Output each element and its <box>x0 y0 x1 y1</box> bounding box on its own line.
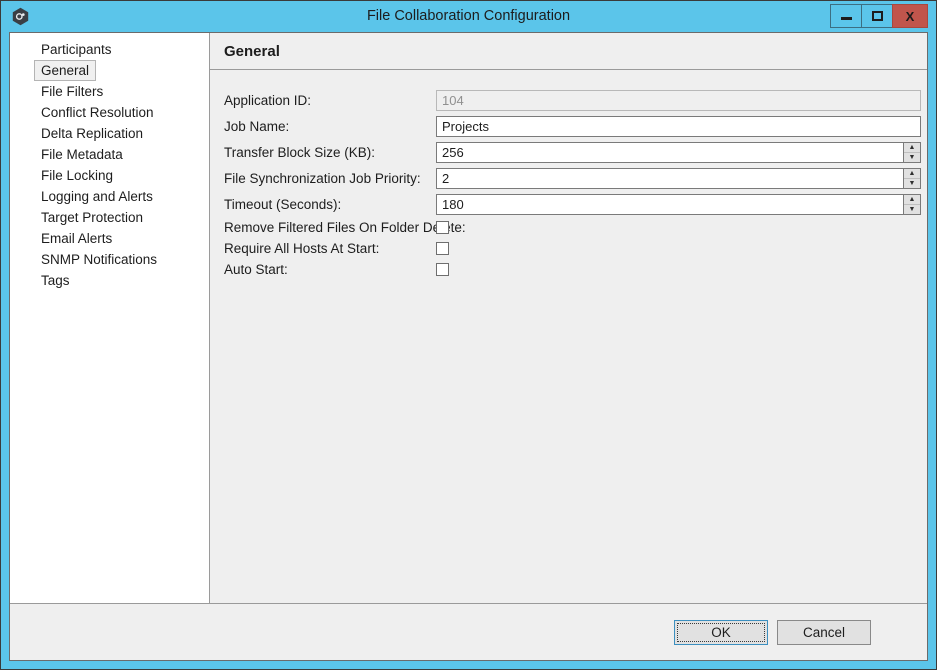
maximize-icon <box>871 11 883 21</box>
checkbox-label: Remove Filtered Files On Folder Delete: <box>224 220 466 235</box>
spinner-up-icon[interactable]: ▲ <box>904 168 920 179</box>
sidebar-item-target-protection[interactable]: Target Protection <box>34 207 150 228</box>
form-row: File Synchronization Job Priority: ▲▼ <box>210 165 927 191</box>
checkbox-list: Remove Filtered Files On Folder Delete: R… <box>210 217 927 280</box>
checkbox-row: Auto Start: <box>210 259 927 280</box>
sidebar-item-file-metadata[interactable]: File Metadata <box>34 144 130 165</box>
spinner-down-icon[interactable]: ▼ <box>904 204 920 214</box>
sidebar-item-file-locking[interactable]: File Locking <box>34 165 120 186</box>
sidebar-item-participants[interactable]: Participants <box>34 39 119 60</box>
cancel-button[interactable]: Cancel <box>777 619 871 645</box>
field-label: Transfer Block Size (KB): <box>224 144 376 160</box>
field-control: ▲▼ <box>436 193 921 215</box>
title-bar: File Collaboration Configuration X <box>1 1 936 32</box>
content-area: Participants General File Filters Conflict … <box>10 33 927 604</box>
field-control <box>436 89 921 111</box>
remove-filtered-files-on-folder-delete-checkbox[interactable] <box>436 221 449 234</box>
sidebar-item-email-alerts[interactable]: Email Alerts <box>34 228 119 249</box>
ok-button[interactable]: OK <box>674 619 768 645</box>
field-label: Timeout (Seconds): <box>224 196 342 212</box>
sidebar-nav: Participants General File Filters Conflict … <box>10 33 210 603</box>
general-settings-form: Application ID: Job Name: Transfer Block S… <box>210 70 927 280</box>
sidebar-item-general[interactable]: General <box>34 60 97 81</box>
window-title: File Collaboration Configuration <box>366 8 571 24</box>
timeout-seconds-input[interactable] <box>436 193 904 215</box>
field-control <box>436 115 921 137</box>
form-row: Transfer Block Size (KB): ▲▼ <box>210 139 927 165</box>
focus-ring <box>677 622 765 642</box>
checkbox-row: Require All Hosts At Start: <box>210 238 927 259</box>
main-panel: General Application ID: Job Name: Transfer… <box>210 33 927 603</box>
auto-start-checkbox[interactable] <box>436 263 449 276</box>
sidebar-item-file-filters[interactable]: File Filters <box>34 81 110 102</box>
file-synchronization-job-priority-spinner: ▲ ▼ <box>904 167 921 189</box>
form-row: Timeout (Seconds): ▲▼ <box>210 191 927 217</box>
dialog-footer: OK Cancel <box>10 604 927 660</box>
field-label: Job Name: <box>224 118 290 134</box>
field-control: ▲▼ <box>436 167 921 189</box>
window-controls: X <box>830 4 928 28</box>
form-row: Job Name: <box>210 113 927 139</box>
file-synchronization-job-priority-input[interactable] <box>436 167 904 189</box>
spinner-down-icon[interactable]: ▼ <box>904 178 920 188</box>
require-all-hosts-at-start-checkbox[interactable] <box>436 242 449 255</box>
transfer-block-size-kb-input[interactable] <box>436 141 904 163</box>
sidebar-item-logging-and-alerts[interactable]: Logging and Alerts <box>34 186 160 207</box>
sidebar-item-tags[interactable]: Tags <box>34 270 77 291</box>
sidebar-item-conflict-resolution[interactable]: Conflict Resolution <box>34 102 161 123</box>
job-name-input[interactable] <box>436 115 921 137</box>
page-title: General <box>210 33 927 70</box>
field-label: Application ID: <box>224 92 312 108</box>
minimize-icon <box>840 17 852 20</box>
spinner-down-icon[interactable]: ▼ <box>904 152 920 162</box>
checkbox-label: Require All Hosts At Start: <box>224 241 380 256</box>
dialog-body: Participants General File Filters Conflict … <box>9 32 928 661</box>
field-label: File Synchronization Job Priority: <box>224 170 421 186</box>
sidebar-item-delta-replication[interactable]: Delta Replication <box>34 123 150 144</box>
application-id-input <box>436 89 921 111</box>
checkbox-label: Auto Start: <box>224 262 288 277</box>
timeout-seconds-spinner: ▲ ▼ <box>904 193 921 215</box>
close-button[interactable]: X <box>892 4 928 28</box>
maximize-button[interactable] <box>861 4 892 28</box>
spinner-up-icon[interactable]: ▲ <box>904 194 920 205</box>
form-row: Application ID: <box>210 87 927 113</box>
sidebar-item-snmp-notifications[interactable]: SNMP Notifications <box>34 249 164 270</box>
field-control: ▲▼ <box>436 141 921 163</box>
minimize-button[interactable] <box>830 4 861 28</box>
checkbox-row: Remove Filtered Files On Folder Delete: <box>210 217 927 238</box>
cancel-button-label: Cancel <box>802 624 846 640</box>
dialog-window: File Collaboration Configuration X Parti… <box>0 0 937 670</box>
field-list: Application ID: Job Name: Transfer Block S… <box>210 87 927 217</box>
spinner-up-icon[interactable]: ▲ <box>904 142 920 153</box>
transfer-block-size-kb-spinner: ▲ ▼ <box>904 141 921 163</box>
